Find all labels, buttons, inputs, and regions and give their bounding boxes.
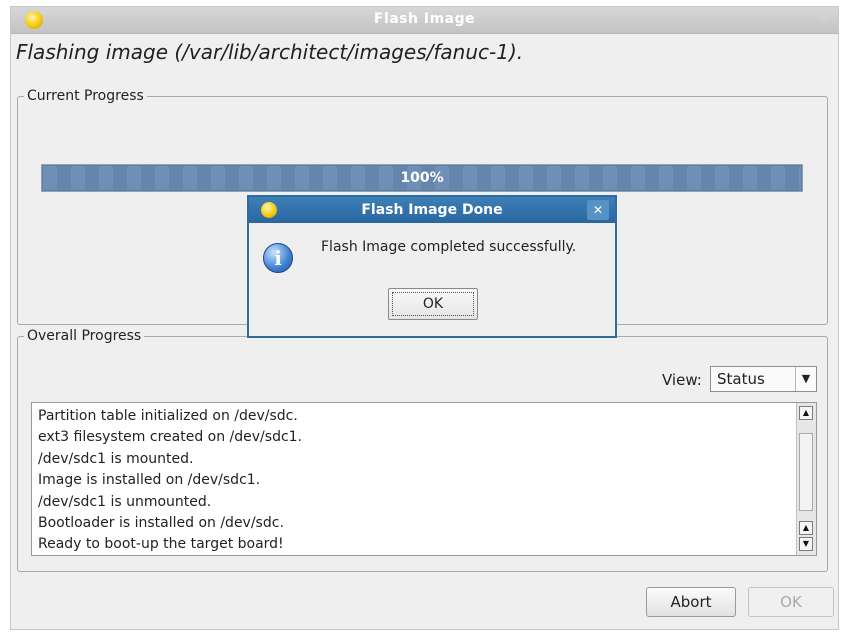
- log-line: /dev/sdc1 is unmounted.: [38, 493, 212, 510]
- status-log[interactable]: Partition table initialized on /dev/sdc.…: [31, 402, 817, 556]
- flashing-heading: Flashing image (/var/lib/architect/image…: [16, 40, 524, 64]
- log-line: Partition table initialized on /dev/sdc.: [38, 408, 298, 424]
- scroll-up-icon[interactable]: ▲: [799, 406, 813, 420]
- dialog-message: Flash Image completed successfully.: [321, 239, 577, 255]
- dialog-ok-button[interactable]: OK: [388, 288, 478, 320]
- scroll-thumb[interactable]: [799, 433, 813, 511]
- view-label: View:: [662, 371, 702, 389]
- window-title: Flash Image: [373, 11, 476, 27]
- scroll-up-icon[interactable]: ▲: [799, 521, 813, 535]
- chevron-down-icon[interactable]: ▼: [795, 367, 816, 391]
- info-icon: i: [263, 243, 293, 273]
- log-scrollbar[interactable]: ▲ ▲ ▼: [796, 403, 816, 555]
- scroll-down-icon[interactable]: ▼: [799, 537, 813, 551]
- ok-button[interactable]: OK: [748, 587, 834, 617]
- progress-text: 100%: [400, 170, 444, 186]
- view-select[interactable]: Status ▼: [710, 366, 817, 392]
- log-line: /dev/sdc1 is mounted.: [38, 450, 194, 467]
- view-select-value: Status: [717, 370, 765, 388]
- window-close-icon[interactable]: ✕: [814, 10, 834, 30]
- current-progress-bar: 100%: [41, 164, 803, 192]
- abort-button[interactable]: Abort: [646, 587, 736, 617]
- dialog-titlebar[interactable]: Flash Image Done ✕: [249, 197, 615, 223]
- status-log-list: Partition table initialized on /dev/sdc.…: [32, 403, 816, 556]
- flash-done-dialog: Flash Image Done ✕ i Flash Image complet…: [247, 195, 617, 338]
- log-line: Image is installed on /dev/sdc1.: [38, 472, 261, 489]
- current-progress-legend: Current Progress: [27, 88, 144, 104]
- log-line: Ready to boot-up the target board!: [38, 536, 284, 553]
- dialog-title: Flash Image Done: [361, 202, 503, 218]
- dialog-ok-label: OK: [392, 292, 474, 316]
- log-line: ext3 filesystem created on /dev/sdc1.: [38, 429, 303, 446]
- dialog-close-icon[interactable]: ✕: [587, 200, 609, 220]
- window-titlebar[interactable]: Flash Image ✕: [11, 7, 838, 34]
- overall-progress-legend: Overall Progress: [27, 328, 142, 344]
- log-line: Bootloader is installed on /dev/sdc.: [38, 514, 284, 531]
